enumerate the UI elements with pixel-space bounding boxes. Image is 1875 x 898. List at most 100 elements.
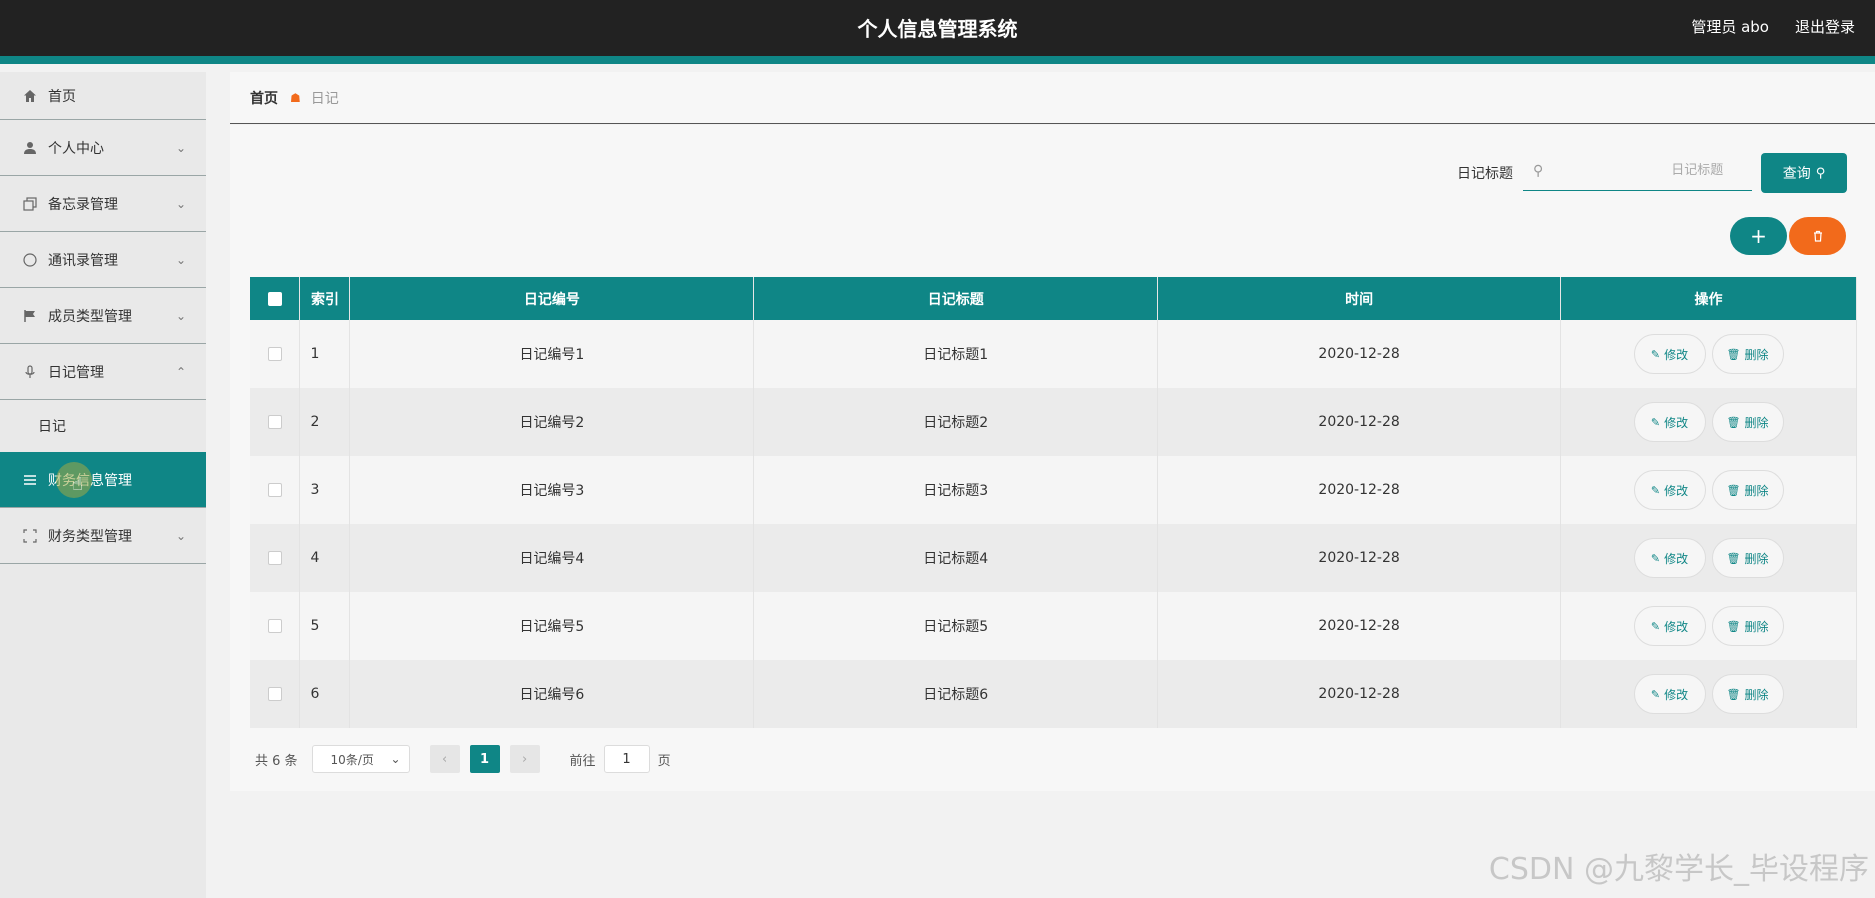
row-select-cell xyxy=(250,592,301,660)
cell-title: 日记标题3 xyxy=(753,456,1159,524)
chevron-down-icon: ⌄ xyxy=(175,140,186,155)
batch-delete-button[interactable] xyxy=(1789,217,1846,255)
fullscreen-icon xyxy=(22,528,38,544)
menu-icon xyxy=(22,472,38,488)
sidebar-subitem-diary[interactable]: 日记 xyxy=(0,400,206,452)
sidebar-item-personal-center[interactable]: 个人中心 ⌄ xyxy=(0,120,206,176)
edit-button[interactable]: ✎ 修改 xyxy=(1633,674,1706,714)
trash-icon: 🗑 xyxy=(1726,619,1741,633)
cell-title: 日记标题1 xyxy=(753,320,1159,388)
cell-index: 1 xyxy=(299,320,351,388)
sidebar-item-finance-info[interactable]: 财务信息管理 ☝ xyxy=(0,452,206,508)
goto-suffix: 页 xyxy=(657,753,671,769)
delete-label: 删除 xyxy=(1744,415,1769,430)
row-select-cell xyxy=(250,456,301,524)
edit-button[interactable]: ✎ 修改 xyxy=(1633,470,1706,510)
chevron-left-icon: ‹ xyxy=(441,751,448,767)
delete-button[interactable]: 🗑 删除 xyxy=(1711,674,1784,714)
edit-icon: ✎ xyxy=(1650,551,1661,565)
query-button[interactable]: 查询 ⚲ xyxy=(1761,153,1847,193)
chevron-down-icon: ⌄ xyxy=(390,752,401,766)
cell-code: 日记编号1 xyxy=(349,320,755,388)
cell-time: 2020-12-28 xyxy=(1157,456,1562,524)
hand-cursor-icon: ☝ xyxy=(72,474,83,495)
main-panel: 日记标题 ⚲ 查询 ⚲ + 索引 日记编号 日记标题 时间 操作 1日记编号1日… xyxy=(230,125,1875,791)
page-number-current[interactable]: 1 xyxy=(469,745,500,773)
home-icon xyxy=(22,88,38,104)
compass-icon xyxy=(22,252,38,268)
edit-button[interactable]: ✎ 修改 xyxy=(1633,538,1706,578)
table-row: 5 日记编号5 日记标题5 2020-12-28 ✎ 修改 🗑 删除 xyxy=(250,592,1857,660)
home-icon: ☗ xyxy=(290,90,301,105)
row-checkbox[interactable] xyxy=(267,415,282,429)
cell-title: 日记标题6 xyxy=(753,660,1159,728)
edit-label: 修改 xyxy=(1664,551,1689,566)
cell-actions: ✎ 修改 🗑 删除 xyxy=(1560,660,1857,728)
column-header-code: 日记编号 xyxy=(349,277,755,320)
sidebar-item-home[interactable]: 首页 xyxy=(0,72,206,120)
page-size-value: 10条/页 xyxy=(330,752,374,767)
next-page-button[interactable]: › xyxy=(509,745,540,773)
row-checkbox[interactable] xyxy=(267,347,282,361)
delete-label: 删除 xyxy=(1744,619,1769,634)
pagination: 共 6 条 10条/页 ⌄ ‹ 1 › 前往 页 xyxy=(255,745,671,773)
copy-icon xyxy=(22,196,38,212)
table-row: 3 日记编号3 日记标题3 2020-12-28 ✎ 修改 🗑 删除 xyxy=(250,456,1857,524)
sidebar-item-finance-type[interactable]: 财务类型管理 ⌄ xyxy=(0,508,206,564)
row-select-cell xyxy=(250,320,301,388)
edit-button[interactable]: ✎ 修改 xyxy=(1633,334,1706,374)
chevron-down-icon: ⌄ xyxy=(175,308,186,323)
sidebar-item-label: 日记管理 xyxy=(48,364,104,381)
goto-page-input[interactable] xyxy=(603,745,650,773)
row-checkbox[interactable] xyxy=(267,551,282,565)
diary-table: 索引 日记编号 日记标题 时间 操作 1 日记编号1 日记标题1 2020-12-28… xyxy=(250,277,1857,728)
cell-index: 3 xyxy=(299,456,351,524)
sidebar-item-diary-management[interactable]: 日记管理 ⌃ xyxy=(0,344,206,400)
table-row: 2 日记编号2 日记标题2 2020-12-28 ✎ 修改 🗑 删除 xyxy=(250,388,1857,456)
breadcrumb-current: 日记 xyxy=(310,90,339,107)
microphone-icon xyxy=(22,364,38,380)
search-input[interactable] xyxy=(1543,163,1724,178)
column-header-actions: 操作 xyxy=(1560,277,1857,320)
select-all-checkbox[interactable] xyxy=(267,291,282,306)
delete-button[interactable]: 🗑 删除 xyxy=(1711,334,1784,374)
cell-code: 日记编号4 xyxy=(349,524,755,592)
delete-button[interactable]: 🗑 删除 xyxy=(1711,538,1784,578)
row-checkbox[interactable] xyxy=(267,619,282,633)
row-checkbox[interactable] xyxy=(267,483,282,497)
row-select-cell xyxy=(250,388,301,456)
delete-label: 删除 xyxy=(1744,551,1769,566)
sidebar-item-member-type[interactable]: 成员类型管理 ⌄ xyxy=(0,288,206,344)
cell-title: 日记标题5 xyxy=(753,592,1159,660)
cell-code: 日记编号5 xyxy=(349,592,755,660)
search-icon: ⚲ xyxy=(1815,165,1826,181)
table-row: 1 日记编号1 日记标题1 2020-12-28 ✎ 修改 🗑 删除 xyxy=(250,320,1857,388)
delete-button[interactable]: 🗑 删除 xyxy=(1711,606,1784,646)
delete-button[interactable]: 🗑 删除 xyxy=(1711,470,1784,510)
trash-icon: 🗑 xyxy=(1726,551,1741,565)
page-size-select[interactable]: 10条/页 ⌄ xyxy=(311,745,410,773)
row-checkbox[interactable] xyxy=(267,687,282,701)
cell-time: 2020-12-28 xyxy=(1157,592,1562,660)
chevron-down-icon: ⌄ xyxy=(175,196,186,211)
edit-icon: ✎ xyxy=(1650,415,1661,429)
edit-label: 修改 xyxy=(1664,347,1689,362)
cell-code: 日记编号6 xyxy=(349,660,755,728)
edit-icon: ✎ xyxy=(1650,483,1661,497)
logout-link[interactable]: 退出登录 xyxy=(1795,16,1855,37)
prev-page-button[interactable]: ‹ xyxy=(429,745,460,773)
edit-icon: ✎ xyxy=(1650,619,1661,633)
cell-index: 6 xyxy=(299,660,351,728)
sidebar-item-contacts[interactable]: 通讯录管理 ⌄ xyxy=(0,232,206,288)
chevron-up-icon: ⌃ xyxy=(175,364,186,379)
delete-button[interactable]: 🗑 删除 xyxy=(1711,402,1784,442)
plus-icon: + xyxy=(1750,224,1767,248)
delete-label: 删除 xyxy=(1744,483,1769,498)
edit-button[interactable]: ✎ 修改 xyxy=(1633,606,1706,646)
trash-icon: 🗑 xyxy=(1726,687,1741,701)
sidebar-item-memo[interactable]: 备忘录管理 ⌄ xyxy=(0,176,206,232)
breadcrumb-home[interactable]: 首页 xyxy=(250,88,278,108)
search-field[interactable]: ⚲ xyxy=(1523,151,1752,191)
edit-button[interactable]: ✎ 修改 xyxy=(1633,402,1706,442)
add-button[interactable]: + xyxy=(1730,217,1787,255)
